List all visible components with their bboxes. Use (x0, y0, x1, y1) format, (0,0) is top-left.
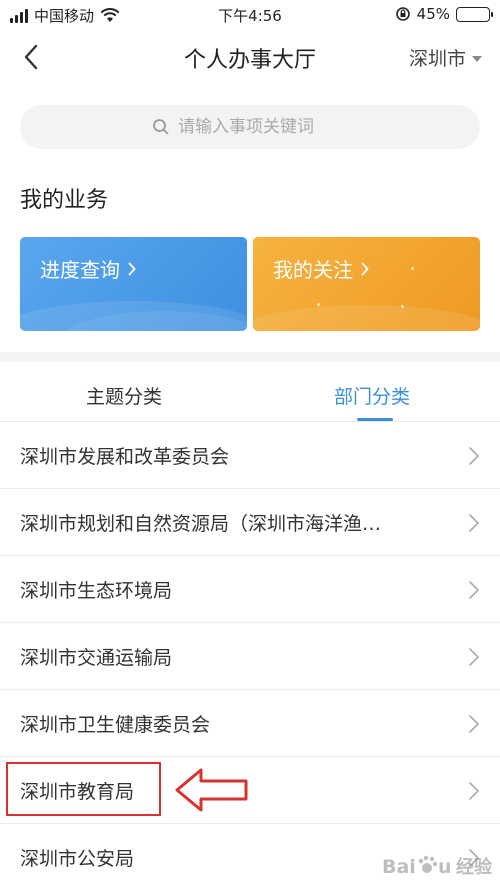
list-item[interactable]: 深圳市交通运输局 (0, 623, 500, 690)
card-sparkle (401, 305, 404, 308)
list-item[interactable]: 深圳市发展和改革委员会 (0, 422, 500, 489)
watermark: Bai u 经验 (382, 853, 492, 879)
chevron-right-icon (469, 715, 480, 733)
list-item[interactable]: 深圳市生态环境局 (0, 556, 500, 623)
tab-department-category[interactable]: 部门分类 (334, 382, 410, 409)
my-follow-card[interactable]: 我的关注 (253, 237, 480, 331)
card-label-group: 我的关注 (273, 254, 369, 283)
orientation-lock-icon (395, 7, 410, 21)
progress-query-card[interactable]: 进度查询 (20, 237, 247, 331)
chevron-right-icon (469, 447, 480, 465)
city-selector[interactable]: 深圳市 (409, 44, 482, 71)
status-right: 45% (395, 5, 493, 23)
card-decoration (253, 305, 480, 331)
department-name: 深圳市卫生健康委员会 (20, 714, 211, 736)
my-business-title: 我的业务 (20, 188, 109, 213)
department-name: 深圳市规划和自然资源局（深圳市海洋渔… (20, 513, 382, 535)
svg-text:u: u (438, 856, 452, 878)
chevron-right-icon (469, 581, 480, 599)
baidu-paw-logo: Bai u (382, 855, 452, 878)
department-name: 深圳市公安局 (20, 848, 135, 870)
caret-down-icon (472, 55, 482, 62)
department-name: 深圳市生态环境局 (20, 580, 173, 602)
watermark-text: 经验 (456, 857, 492, 878)
city-label: 深圳市 (408, 48, 466, 70)
arrow-left-icon (175, 768, 248, 812)
department-list: 深圳市发展和改革委员会 深圳市规划和自然资源局（深圳市海洋渔… 深圳市生态环境局… (0, 422, 500, 889)
highlight-box (6, 762, 161, 816)
progress-query-label: 进度查询 (40, 258, 120, 282)
card-label-group: 进度查询 (40, 254, 136, 283)
list-item[interactable]: 深圳市规划和自然资源局（深圳市海洋渔… (0, 489, 500, 556)
battery-icon (456, 6, 493, 22)
search-bar[interactable] (20, 105, 480, 149)
category-tabs: 主题分类 部门分类 (0, 362, 500, 422)
section-divider (0, 352, 500, 362)
card-sparkle (411, 267, 414, 270)
tab-theme-category[interactable]: 主题分类 (86, 382, 162, 409)
nav-bar: 个人办事大厅 深圳市 (0, 30, 500, 82)
active-tab-indicator (357, 418, 393, 421)
search-input[interactable] (178, 117, 348, 137)
chevron-right-icon (469, 782, 480, 800)
department-name: 深圳市发展和改革委员会 (20, 446, 230, 468)
battery-percent: 45% (416, 5, 450, 23)
department-name: 深圳市交通运输局 (20, 647, 173, 669)
chevron-right-icon (361, 262, 369, 275)
svg-text:Bai: Bai (382, 856, 416, 878)
chevron-right-icon (469, 648, 480, 666)
card-sparkle (317, 303, 320, 306)
my-follow-label: 我的关注 (273, 258, 353, 282)
chevron-right-icon (469, 514, 480, 532)
search-icon (153, 119, 169, 135)
chevron-right-icon (128, 262, 136, 275)
list-item[interactable]: 深圳市卫生健康委员会 (0, 690, 500, 757)
status-bar: 中国移动 下午4:56 45% (0, 0, 500, 30)
